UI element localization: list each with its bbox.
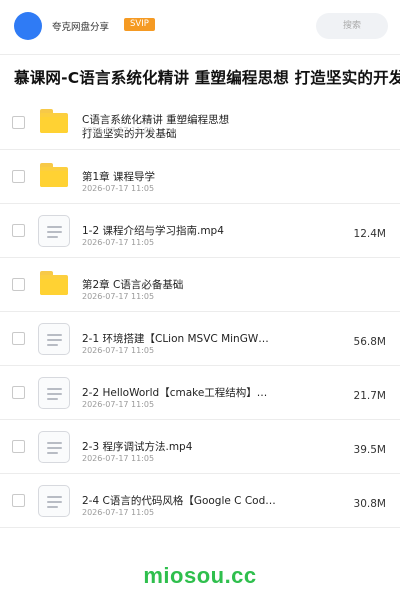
- file-size: 39.5M: [353, 444, 386, 456]
- file-date: 2026-07-17 11:05: [82, 126, 155, 135]
- row-checkbox[interactable]: [12, 386, 25, 399]
- row-checkbox[interactable]: [12, 440, 25, 453]
- row-checkbox[interactable]: [12, 170, 25, 183]
- list-item[interactable]: 2-1 环境搭建【CLion MSVC MinGW… 2026-07-17 11…: [0, 312, 400, 366]
- svip-badge: SVIP: [124, 18, 155, 31]
- list-item[interactable]: 2-2 HelloWorld【cmake工程结构】… 2026-07-17 11…: [0, 366, 400, 420]
- list-item[interactable]: 1-2 课程介绍与学习指南.mp4 2026-07-17 11:05 12.4M: [0, 204, 400, 258]
- file-name: 1-2 课程介绍与学习指南.mp4: [82, 225, 224, 237]
- folder-icon: [38, 161, 70, 193]
- header: 夸克网盘分享 SVIP 搜索: [0, 0, 400, 54]
- row-checkbox[interactable]: [12, 116, 25, 129]
- list-item[interactable]: 第2章 C语言必备基础 2026-07-17 11:05: [0, 258, 400, 312]
- list-item[interactable]: C语言系统化精讲 重塑编程思想 打造坚实的开发基础 2026-07-17 11:…: [0, 96, 400, 150]
- file-date: 2026-07-17 11:05: [82, 238, 155, 247]
- list-item[interactable]: 2-4 C语言的代码风格【Google C Cod… 2026-07-17 11…: [0, 474, 400, 528]
- row-checkbox[interactable]: [12, 278, 25, 291]
- file-date: 2026-07-17 11:05: [82, 454, 155, 463]
- file-date: 2026-07-17 11:05: [82, 346, 155, 355]
- document-icon: [38, 431, 70, 463]
- file-name: 2-4 C语言的代码风格【Google C Cod…: [82, 495, 276, 507]
- file-list: C语言系统化精讲 重塑编程思想 打造坚实的开发基础 2026-07-17 11:…: [0, 96, 400, 528]
- document-icon: [38, 485, 70, 517]
- file-size: 56.8M: [353, 336, 386, 348]
- header-divider: [0, 54, 400, 55]
- file-size: 21.7M: [353, 390, 386, 402]
- file-name: 2-3 程序调试方法.mp4: [82, 441, 193, 453]
- document-icon: [38, 215, 70, 247]
- file-date: 2026-07-17 11:05: [82, 400, 155, 409]
- file-date: 2026-07-17 11:05: [82, 508, 155, 517]
- list-item[interactable]: 2-3 程序调试方法.mp4 2026-07-17 11:05 39.5M: [0, 420, 400, 474]
- share-page: 夸克网盘分享 SVIP 搜索 慕课网-C语言系统化精讲 重塑编程思想 打造坚实的…: [0, 0, 400, 600]
- folder-icon: [38, 269, 70, 301]
- file-name: 第1章 课程导学: [82, 171, 156, 183]
- avatar[interactable]: [14, 12, 42, 40]
- file-name: 2-2 HelloWorld【cmake工程结构】…: [82, 387, 268, 399]
- header-title: 夸克网盘分享: [52, 22, 110, 33]
- row-checkbox[interactable]: [12, 224, 25, 237]
- file-size: 12.4M: [353, 228, 386, 240]
- share-title: 慕课网-C语言系统化精讲 重塑编程思想 打造坚实的开发基础: [14, 69, 400, 87]
- file-name: 2-1 环境搭建【CLion MSVC MinGW…: [82, 333, 269, 345]
- file-name-line1: C语言系统化精讲 重塑编程思想: [82, 114, 230, 126]
- document-icon: [38, 377, 70, 409]
- search-input[interactable]: 搜索: [316, 13, 388, 39]
- watermark: miosou.cc: [143, 563, 257, 588]
- document-icon: [38, 323, 70, 355]
- file-date: 2026-07-17 11:05: [82, 292, 155, 301]
- row-checkbox[interactable]: [12, 494, 25, 507]
- row-checkbox[interactable]: [12, 332, 25, 345]
- file-name: 第2章 C语言必备基础: [82, 279, 184, 291]
- folder-icon: [38, 107, 70, 139]
- file-size: 30.8M: [353, 498, 386, 510]
- list-item[interactable]: 第1章 课程导学 2026-07-17 11:05: [0, 150, 400, 204]
- file-date: 2026-07-17 11:05: [82, 184, 155, 193]
